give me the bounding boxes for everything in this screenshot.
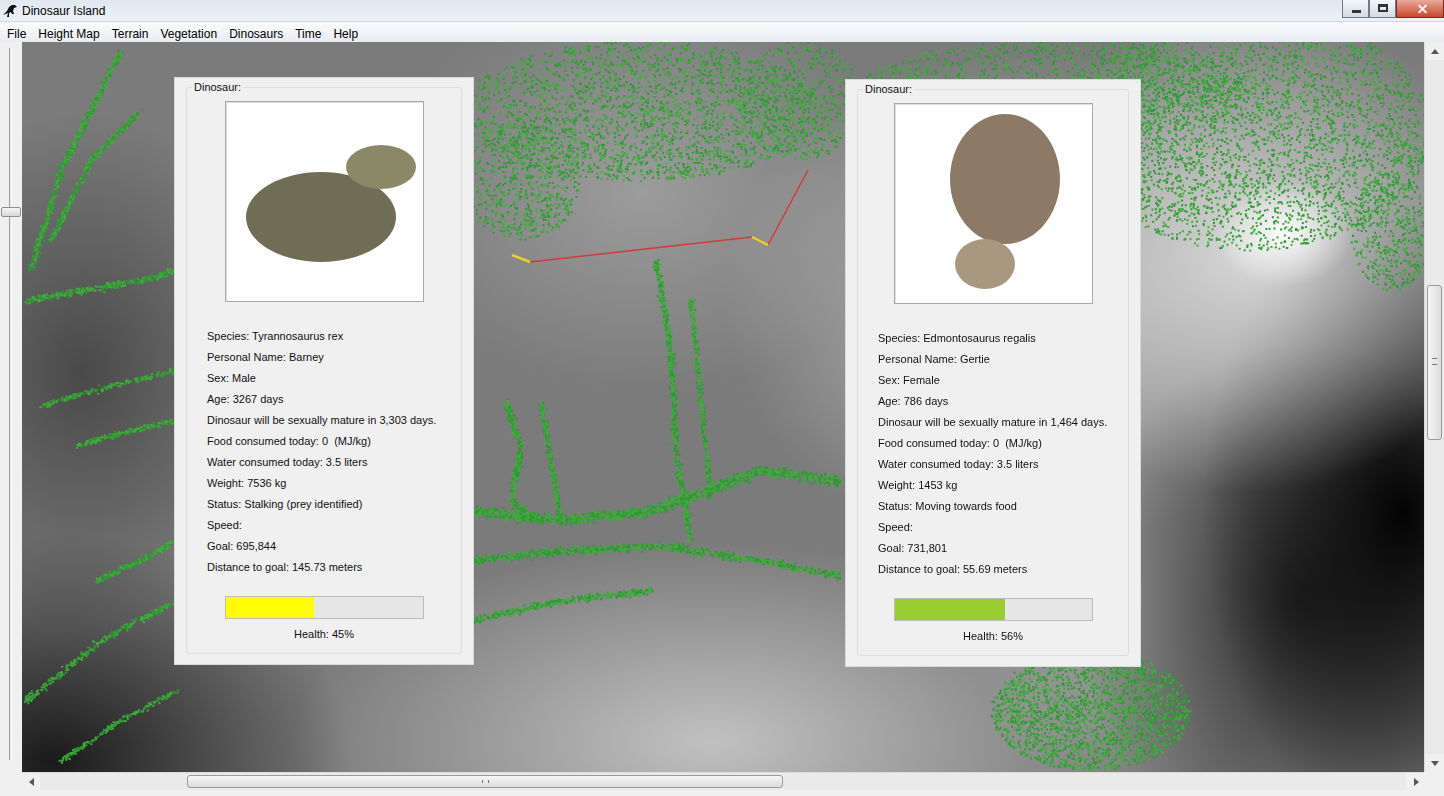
- menu-item[interactable]: Dinosaurs: [223, 22, 289, 42]
- detail-line: Water consumed today: 3.5 liters: [207, 452, 455, 473]
- detail-line: Food consumed today: 0 (MJ/kg): [207, 431, 455, 452]
- group-label: Dinosaur:: [192, 81, 243, 94]
- dinosaur-photo: [225, 101, 424, 302]
- slider-track: [9, 48, 12, 760]
- slider-thumb[interactable]: [1, 207, 21, 217]
- dinosaur-icon: [2, 3, 18, 19]
- zoom-slider[interactable]: [0, 42, 22, 772]
- health-fill: [226, 597, 315, 618]
- horizontal-scrollbar[interactable]: [22, 772, 1424, 790]
- dinosaur-panel: Dinosaur: Species: Tyrannosaurus rexPerso…: [174, 77, 474, 665]
- detail-line: Dinosaur will be sexually mature in 1,46…: [878, 412, 1122, 433]
- dinosaur-details: Species: Edmontosaurus regalisPersonal N…: [864, 328, 1122, 580]
- health-bar: [225, 596, 424, 619]
- detail-line: Dinosaur will be sexually mature in 3,30…: [207, 410, 455, 431]
- dinosaur-photo: [894, 103, 1093, 304]
- detail-line: Food consumed today: 0 (MJ/kg): [878, 433, 1122, 454]
- window-controls: [1342, 0, 1444, 19]
- menu-bar: FileHeight MapTerrainVegetationDinosaurs…: [0, 22, 1444, 42]
- detail-line: Species: Edmontosaurus regalis: [878, 328, 1122, 349]
- height-map[interactable]: Dinosaur:Species: Tyrannosaurus rexPerso…: [22, 42, 1424, 772]
- detail-line: Speed:: [207, 515, 455, 536]
- detail-line: Age: 3267 days: [207, 389, 455, 410]
- detail-line: Personal Name: Barney: [207, 347, 455, 368]
- detail-line: Weight: 1453 kg: [878, 475, 1122, 496]
- health-fill: [895, 599, 1005, 620]
- health-label: Health: 56%: [864, 629, 1122, 643]
- menu-item[interactable]: Height Map: [32, 22, 105, 42]
- health-label: Health: 45%: [193, 627, 455, 641]
- health-color: [226, 597, 315, 618]
- detail-line: Water consumed today: 3.5 liters: [878, 454, 1122, 475]
- window-title: Dinosaur Island: [22, 2, 105, 20]
- minimize-icon[interactable]: [1342, 0, 1369, 18]
- detail-line: Goal: 731,801: [878, 538, 1122, 559]
- detail-line: Sex: Female: [878, 370, 1122, 391]
- detail-line: Species: Tyrannosaurus rex: [207, 326, 455, 347]
- group-label: Dinosaur:: [863, 83, 914, 96]
- vertical-scrollbar[interactable]: [1424, 42, 1444, 772]
- maximize-icon[interactable]: [1369, 0, 1396, 18]
- detail-line: Sex: Male: [207, 368, 455, 389]
- menu-item[interactable]: Help: [327, 22, 364, 42]
- menu-item[interactable]: Terrain: [106, 22, 155, 42]
- dinosaur-group: Dinosaur:Species: Edmontosaurus regalisP…: [857, 89, 1129, 656]
- detail-line: Personal Name: Gertie: [878, 349, 1122, 370]
- dinosaur-details: Species: Tyrannosaurus rexPersonal Name:…: [193, 326, 455, 578]
- dinosaur-panel: Dinosaur: Species: Edmontosaurus regalisP…: [845, 79, 1141, 667]
- detail-line: Weight: 7536 kg: [207, 473, 455, 494]
- close-icon[interactable]: [1396, 0, 1444, 18]
- detail-line: Distance to goal: 145.73 meters: [207, 557, 455, 578]
- detail-line: Status: Stalking (prey identified): [207, 494, 455, 515]
- dinosaur-group: Dinosaur:Species: Tyrannosaurus rexPerso…: [186, 87, 462, 654]
- health-color: [895, 599, 1005, 620]
- scroll-up-icon[interactable]: [1425, 42, 1444, 60]
- scroll-right-icon[interactable]: [1406, 773, 1424, 790]
- scroll-thumb[interactable]: [1427, 285, 1442, 440]
- app-window: Dinosaur Island FileHeight MapTerrainVeg…: [0, 0, 1444, 796]
- detail-line: Goal: 695,844: [207, 536, 455, 557]
- title-bar: Dinosaur Island: [0, 0, 1444, 22]
- menu-item[interactable]: File: [1, 22, 32, 42]
- scroll-left-icon[interactable]: [22, 773, 40, 790]
- menu-item[interactable]: Time: [289, 22, 327, 42]
- detail-line: Status: Moving towards food: [878, 496, 1122, 517]
- health-bar: [894, 598, 1093, 621]
- scroll-down-icon[interactable]: [1425, 754, 1444, 772]
- menu-item[interactable]: Vegetation: [154, 22, 223, 42]
- detail-line: Age: 786 days: [878, 391, 1122, 412]
- detail-line: Speed:: [878, 517, 1122, 538]
- detail-line: Distance to goal: 55.69 meters: [878, 559, 1122, 580]
- scroll-thumb[interactable]: [187, 775, 783, 788]
